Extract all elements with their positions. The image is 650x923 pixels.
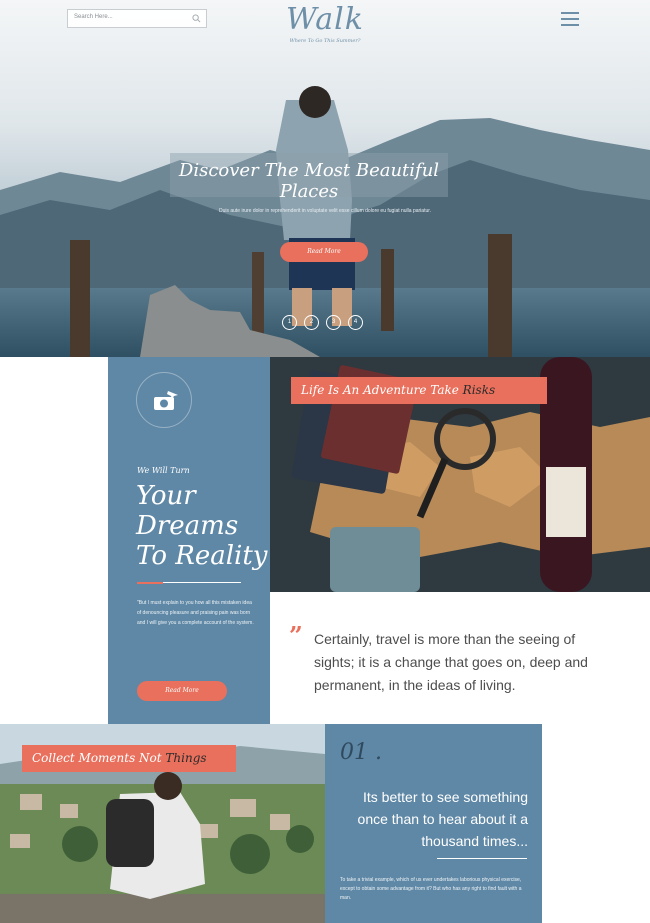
moments-banner: Collect Moments Not Things (22, 745, 236, 772)
site-header: Search Here... Walk Where To Go This Sum… (0, 0, 650, 60)
slider-dot-3[interactable]: 3 (326, 315, 341, 330)
slider-dot-4[interactable]: 4 (348, 315, 363, 330)
adventure-banner-accent: Risks (462, 383, 496, 397)
search-icon[interactable] (192, 14, 201, 23)
hamburger-menu-icon[interactable] (561, 12, 579, 26)
dreams-read-more-button[interactable]: Read More (137, 681, 227, 701)
card-heading: Its better to see something once than to… (357, 789, 528, 849)
moments-banner-accent: Things (165, 751, 207, 765)
dreams-line-3: To Reality (136, 541, 268, 571)
dreams-line-2: Dreams (136, 511, 239, 541)
dreams-divider (163, 582, 241, 583)
camera-plane-icon (154, 391, 178, 410)
moments-banner-text: Collect Moments Not (32, 751, 166, 765)
card-number: 01 . (340, 740, 382, 765)
dreams-kicker: We Will Turn (137, 466, 190, 475)
search-input[interactable]: Search Here... (67, 9, 207, 28)
logo-title: Walk (286, 2, 364, 37)
site-logo[interactable]: Walk Where To Go This Summer? (265, 0, 385, 44)
adventure-banner-text: Life Is An Adventure Take (301, 383, 463, 397)
card-divider (437, 858, 527, 859)
travel-quote: Certainly, travel is more than the seein… (314, 631, 588, 693)
card-text: To take a trivial example, which of us e… (340, 877, 522, 901)
slider-dot-2[interactable]: 2 (304, 315, 319, 330)
logo-tagline: Where To Go This Summer? (289, 38, 361, 44)
quote-mark-icon: ” (289, 621, 303, 650)
dreams-text: "But I must explain to you how all this … (137, 600, 254, 626)
hero-text: Duis aute irure dolor in reprehenderit i… (218, 208, 432, 214)
dreams-divider-accent (137, 582, 163, 584)
travel-badge (136, 372, 192, 428)
slider-dot-1[interactable]: 1 (282, 315, 297, 330)
search-placeholder: Search Here... (74, 14, 113, 20)
dreams-line-1: Your (136, 481, 196, 511)
hero-read-more-button[interactable]: Read More (280, 242, 368, 262)
dreams-heading: Your Dreams To Reality (136, 481, 267, 571)
hero-title: Discover The Most Beautiful Places (178, 160, 440, 202)
adventure-banner: Life Is An Adventure Take Risks (291, 377, 547, 404)
